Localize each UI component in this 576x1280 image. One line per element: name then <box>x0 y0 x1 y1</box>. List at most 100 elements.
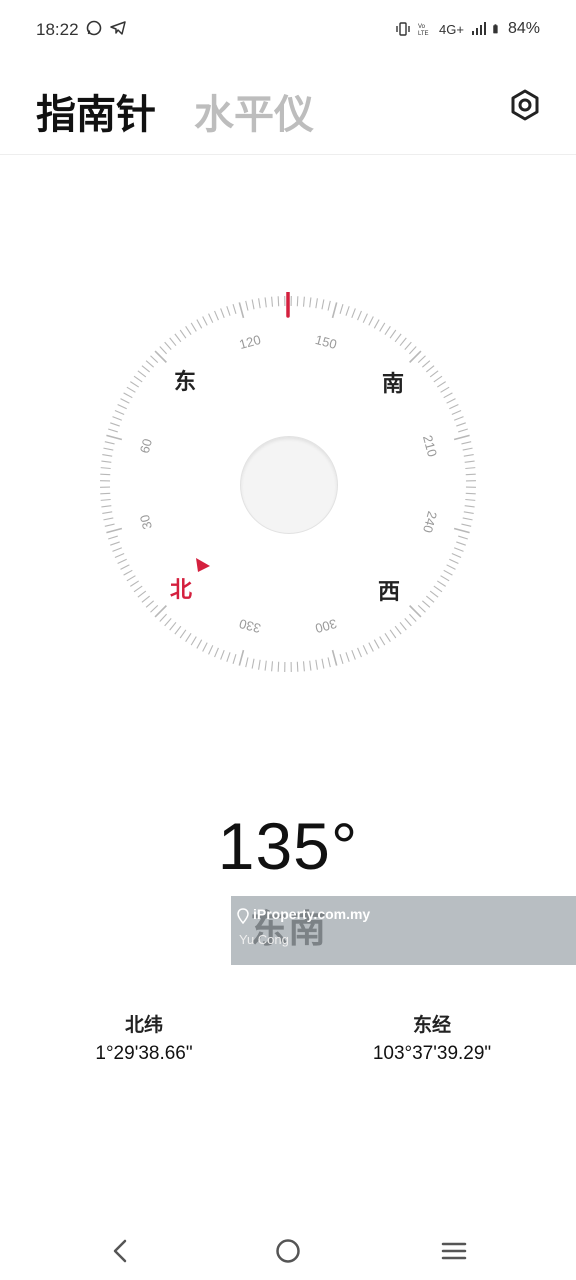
latitude-label: 北纬 <box>124 1014 163 1036</box>
dial-tick <box>100 498 111 501</box>
dial-tick <box>208 313 214 323</box>
dial-tick <box>345 306 350 316</box>
dial-tick <box>425 365 435 373</box>
dial-tick <box>404 341 412 351</box>
dial-tick <box>421 360 431 368</box>
dial-tick <box>102 454 113 457</box>
dial-tick <box>112 547 123 552</box>
dial-tick <box>379 322 386 332</box>
dial-tick <box>179 629 187 639</box>
dial-tick <box>456 541 466 546</box>
dial-tick <box>451 410 462 415</box>
dial-tick <box>150 355 159 364</box>
back-icon[interactable] <box>106 1236 136 1266</box>
dial-tick <box>130 381 140 388</box>
dial-tick <box>277 296 280 307</box>
dial-tick <box>120 398 130 404</box>
tab-compass[interactable]: 指南针 <box>36 82 156 140</box>
dial-tick <box>465 467 476 470</box>
dial-tick <box>463 454 474 457</box>
dial-tick <box>214 310 219 321</box>
dial-tick <box>464 460 475 463</box>
dial-tick <box>226 652 231 662</box>
dial-tick <box>145 600 155 608</box>
dial-tick <box>202 642 208 652</box>
dial-tick <box>264 297 267 308</box>
dial-tick <box>464 505 475 508</box>
dial-tick <box>103 447 114 451</box>
navigation-bar <box>0 1218 576 1280</box>
battery-level: 84% <box>507 20 540 37</box>
longitude-value: 103°37'39.29" <box>372 1043 492 1064</box>
recents-icon[interactable] <box>439 1236 469 1266</box>
dial-tick <box>456 422 466 427</box>
tab-level[interactable]: 水平仪 <box>194 82 314 140</box>
dial-tick <box>394 625 402 635</box>
dial-tick <box>309 660 312 671</box>
dial-tick <box>327 657 331 668</box>
dial-label: 240 <box>420 510 440 535</box>
dial-tick <box>104 523 115 527</box>
dial-tick <box>106 434 123 441</box>
dial-label: 120 <box>238 332 263 352</box>
dial-tick <box>321 658 325 669</box>
dial-tick <box>384 632 391 642</box>
dial-tick <box>220 308 225 319</box>
dial-tick <box>453 547 464 552</box>
signal-icon <box>471 22 486 35</box>
dial-tick <box>425 595 435 603</box>
dial-tick <box>389 329 397 339</box>
dial-tick <box>339 654 344 664</box>
dial-tick <box>277 661 280 672</box>
dial-tick <box>190 322 197 332</box>
dial-tick <box>345 652 350 662</box>
dial-tick <box>102 511 113 514</box>
dial-tick <box>245 300 249 311</box>
status-bar: 18:22 Vo LTE 4G+ 84% <box>0 0 576 62</box>
dial-tick <box>351 308 356 319</box>
home-icon[interactable] <box>273 1236 303 1266</box>
dial-tick <box>126 386 136 393</box>
dial-tick <box>465 498 476 501</box>
dial-tick <box>190 636 197 646</box>
compass-dial: 120 150 210 240 300 330 30 60 东 南 西 北 <box>96 292 480 676</box>
dial-tick <box>399 337 407 347</box>
dial-tick <box>429 590 439 598</box>
dial-tick <box>103 517 114 521</box>
dial-tick <box>251 299 255 310</box>
latitude-value: 1°29'38.66" <box>95 1043 193 1064</box>
dial-tick <box>100 473 111 476</box>
dial-tick <box>331 302 338 319</box>
dial-tick <box>446 398 456 404</box>
dial-tick <box>409 605 422 618</box>
dial-label: 60 <box>137 437 155 455</box>
vibrate-icon <box>396 22 410 36</box>
settings-icon[interactable] <box>508 88 542 122</box>
dial-tick <box>351 649 356 660</box>
dial-tick <box>238 649 245 666</box>
dial-tick <box>214 647 219 658</box>
dial-tick <box>245 657 249 668</box>
network-4g-icon: 4G+ <box>439 21 464 37</box>
dial-tick <box>117 404 127 410</box>
dial-tick <box>100 492 111 495</box>
dial-tick <box>321 299 325 310</box>
cardinal-east: 东 <box>174 370 197 395</box>
dial-tick <box>100 467 111 470</box>
dial-tick <box>185 326 192 336</box>
dial-tick <box>302 661 305 672</box>
dial-tick <box>429 370 439 378</box>
dial-tick <box>408 346 417 355</box>
dial-tick <box>123 569 133 576</box>
dial-label: 210 <box>420 434 440 459</box>
dial-tick <box>264 660 267 671</box>
telegram-icon <box>110 21 126 35</box>
cardinal-north: 北 <box>170 578 193 603</box>
dial-tick <box>440 386 450 393</box>
dial-tick <box>461 523 472 527</box>
dial-tick <box>101 505 112 508</box>
watermark-author: Yu Cong <box>239 932 289 947</box>
dial-tick <box>258 659 261 670</box>
dial-label: 30 <box>137 513 155 531</box>
dial-tick <box>110 422 120 427</box>
